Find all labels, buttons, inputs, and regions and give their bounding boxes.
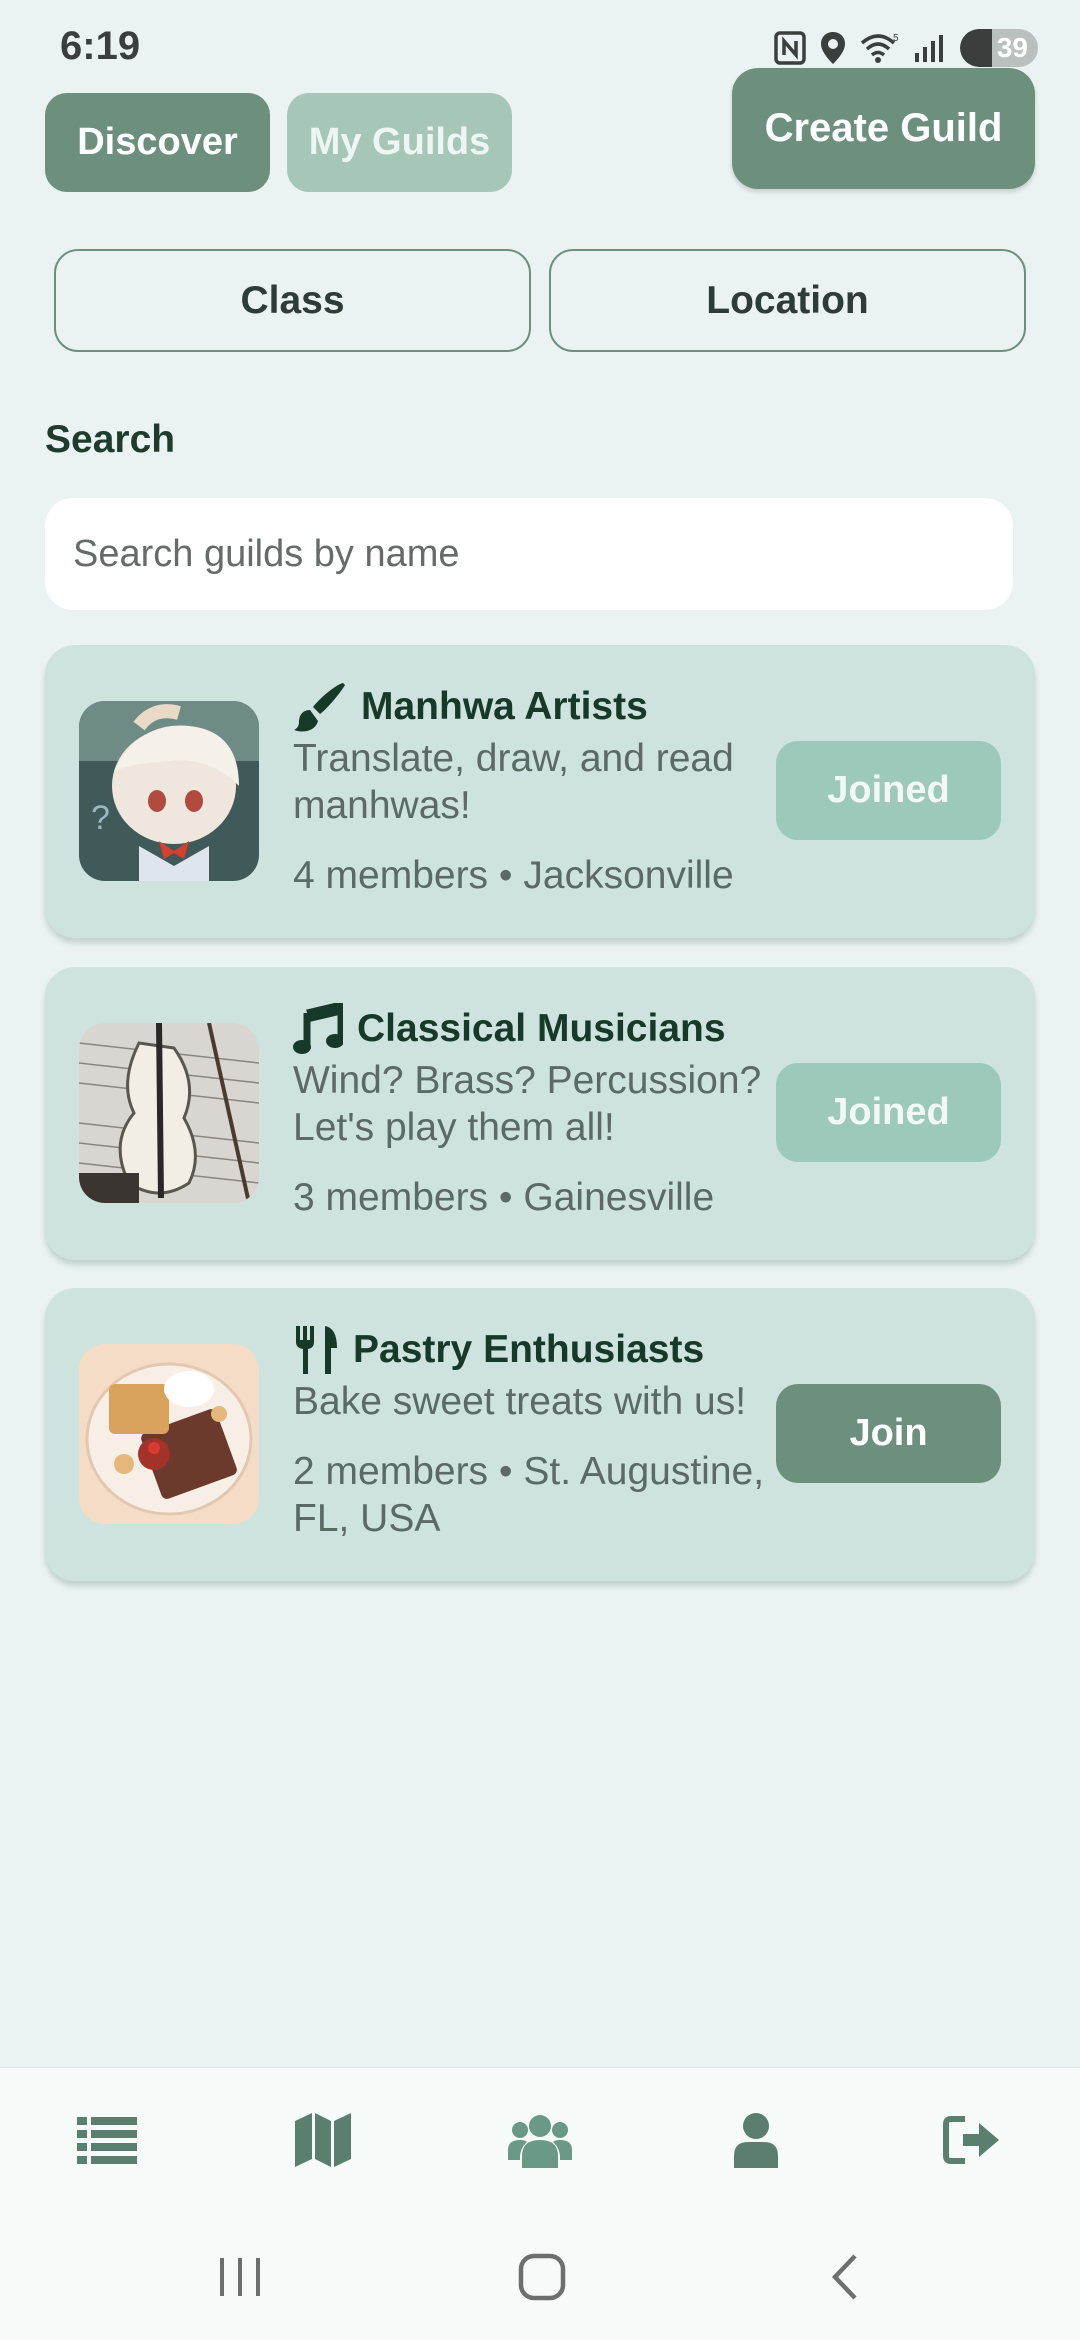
guild-title: Manhwa Artists (293, 681, 648, 733)
svg-text:5: 5 (893, 33, 899, 44)
list-icon[interactable] (57, 2090, 157, 2190)
guild-title: Classical Musicians (293, 1003, 726, 1055)
joined-button[interactable]: Joined (776, 1063, 1001, 1162)
join-button[interactable]: Join (776, 1384, 1001, 1483)
guild-name: Manhwa Artists (361, 685, 648, 728)
class-filter-button[interactable]: Class (54, 249, 531, 352)
guild-description: Bake sweet treats with us! (293, 1380, 747, 1423)
guild-thumbnail: ? (79, 701, 259, 881)
users-icon[interactable] (490, 2090, 590, 2190)
status-time: 6:19 (60, 24, 141, 68)
signal-icon (914, 33, 946, 63)
home-icon[interactable] (497, 2242, 587, 2312)
my-guilds-button[interactable]: My Guilds (287, 93, 512, 192)
search-label: Search (45, 418, 176, 461)
joined-button[interactable]: Joined (776, 741, 1001, 840)
guild-name: Classical Musicians (357, 1007, 726, 1050)
location-icon (820, 31, 846, 65)
search-input[interactable] (45, 498, 1013, 610)
guild-card[interactable]: Classical Musicians Wind? Brass? Percuss… (45, 967, 1035, 1260)
svg-text:?: ? (91, 799, 110, 837)
status-icons: 5 39 (774, 28, 1038, 68)
guild-meta: 3 members • Gainesville (293, 1176, 715, 1219)
guild-meta: 2 members • St. Augustine, FL, USA (293, 1450, 765, 1540)
create-guild-button[interactable]: Create Guild (732, 68, 1035, 189)
recent-apps-icon[interactable] (195, 2242, 285, 2312)
back-icon[interactable] (800, 2242, 890, 2312)
wifi-icon: 5 (860, 32, 900, 64)
guild-title: Pastry Enthusiasts (293, 1324, 704, 1376)
guild-card[interactable]: Pastry Enthusiasts Bake sweet treats wit… (45, 1288, 1035, 1581)
guild-description: Translate, draw, and read manhwas! (293, 737, 734, 827)
system-nav-bar (0, 2220, 1080, 2340)
bottom-nav (0, 2067, 1080, 2237)
battery-level: 39 (996, 32, 1028, 63)
guild-thumbnail (79, 1023, 259, 1203)
location-filter-button[interactable]: Location (549, 249, 1026, 352)
map-icon[interactable] (273, 2090, 373, 2190)
nfc-icon (774, 31, 806, 65)
battery-icon: 39 (960, 29, 1038, 67)
guild-description: Wind? Brass? Percussion? Let's play them… (293, 1059, 762, 1149)
music-note-icon (293, 1003, 343, 1055)
guild-card[interactable]: ? Manhwa Artists Translate, draw, and re… (45, 645, 1035, 938)
guild-thumbnail (79, 1344, 259, 1524)
discover-button[interactable]: Discover (45, 93, 270, 192)
guild-name: Pastry Enthusiasts (353, 1328, 705, 1371)
logout-icon[interactable] (922, 2090, 1022, 2190)
guild-meta: 4 members • Jacksonville (293, 854, 734, 897)
utensils-icon (293, 1324, 339, 1376)
user-icon[interactable] (706, 2090, 806, 2190)
paintbrush-icon (293, 681, 347, 733)
